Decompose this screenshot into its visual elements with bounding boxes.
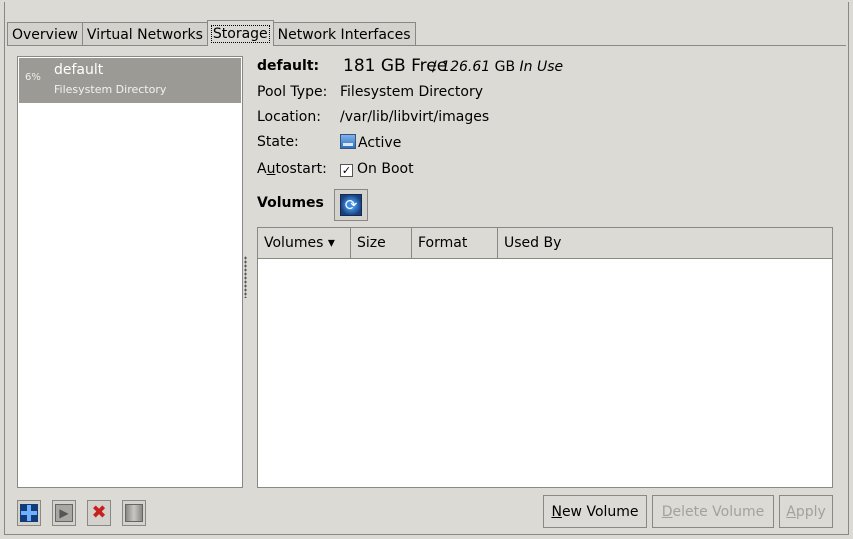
in-use-unit: GB	[490, 59, 520, 75]
pool-title: default:	[257, 58, 320, 74]
tab-network-interfaces[interactable]: Network Interfaces	[272, 22, 416, 46]
state-text: Active	[358, 135, 402, 151]
play-icon: ▶	[55, 504, 73, 522]
location-value: /var/lib/libvirt/images	[340, 109, 490, 125]
mnemonic: D	[661, 503, 673, 520]
column-header-used-by[interactable]: Used By	[498, 228, 832, 258]
autostart-checkbox[interactable]: ✓ On Boot	[340, 161, 414, 177]
pane-resize-handle[interactable]	[244, 256, 247, 298]
storage-pool-list[interactable]: 6% default Filesystem Directory	[17, 56, 243, 488]
column-header-size[interactable]: Size	[351, 228, 412, 258]
apply-button[interactable]: Apply	[779, 495, 833, 528]
tab-divider	[7, 45, 846, 46]
start-pool-button[interactable]: ▶	[52, 500, 76, 526]
separator: /	[432, 59, 442, 75]
mnemonic: N	[551, 503, 562, 520]
pool-name: default	[54, 62, 104, 78]
in-use-value: 126.61	[441, 59, 491, 75]
stop-icon	[125, 504, 143, 522]
button-label: elete Volume	[672, 503, 765, 520]
autostart-label-part: A	[257, 161, 267, 177]
pool-usage-percent: 6%	[25, 72, 41, 83]
pool-type-label: Pool Type:	[257, 84, 328, 100]
add-pool-button[interactable]	[17, 500, 41, 526]
tab-label: Network Interfaces	[277, 26, 411, 43]
column-header-format[interactable]: Format	[412, 228, 498, 258]
autostart-label: Autostart:	[257, 161, 327, 177]
delete-volume-button[interactable]: Delete Volume	[652, 495, 774, 528]
tab-storage[interactable]: Storage	[206, 20, 274, 46]
tab-label: Overview	[12, 26, 78, 43]
tab-overview[interactable]: Overview	[7, 22, 83, 46]
refresh-icon: ⟳	[340, 194, 362, 216]
autostart-value: On Boot	[357, 161, 414, 177]
state-label: State:	[257, 134, 299, 150]
pool-type-value: Filesystem Directory	[340, 84, 484, 100]
in-use-label: In Use	[519, 59, 564, 75]
volumes-table-header: Volumes ▾ Size Format Used By	[258, 228, 832, 259]
volumes-heading: Volumes	[257, 195, 324, 211]
tab-bar: Overview Virtual Networks Storage Networ…	[7, 20, 416, 46]
column-header-volumes[interactable]: Volumes ▾	[258, 228, 351, 258]
add-icon	[20, 504, 38, 522]
tab-label: Virtual Networks	[86, 26, 203, 43]
new-volume-button[interactable]: New Volume	[543, 495, 647, 528]
delete-icon: ✖	[91, 502, 107, 523]
tab-label: Storage	[210, 24, 270, 43]
pool-list-item[interactable]: 6% default Filesystem Directory	[19, 58, 241, 103]
button-label: pply	[795, 503, 826, 520]
location-label: Location:	[257, 109, 321, 125]
refresh-volumes-button[interactable]: ⟳	[334, 189, 368, 221]
pool-in-use: / 126.61 GB In Use	[432, 59, 563, 75]
active-state-icon	[340, 134, 356, 149]
checkbox-icon[interactable]: ✓	[340, 164, 353, 177]
pool-type: Filesystem Directory	[54, 83, 167, 96]
button-label: ew Volume	[561, 503, 639, 520]
stop-pool-button[interactable]	[122, 500, 146, 526]
volumes-table[interactable]: Volumes ▾ Size Format Used By	[257, 227, 833, 488]
state-value: Active	[340, 134, 401, 151]
delete-pool-button[interactable]: ✖	[87, 500, 111, 526]
mnemonic: A	[786, 503, 796, 520]
autostart-label-part: tostart:	[275, 161, 327, 177]
tab-virtual-networks[interactable]: Virtual Networks	[81, 22, 208, 46]
